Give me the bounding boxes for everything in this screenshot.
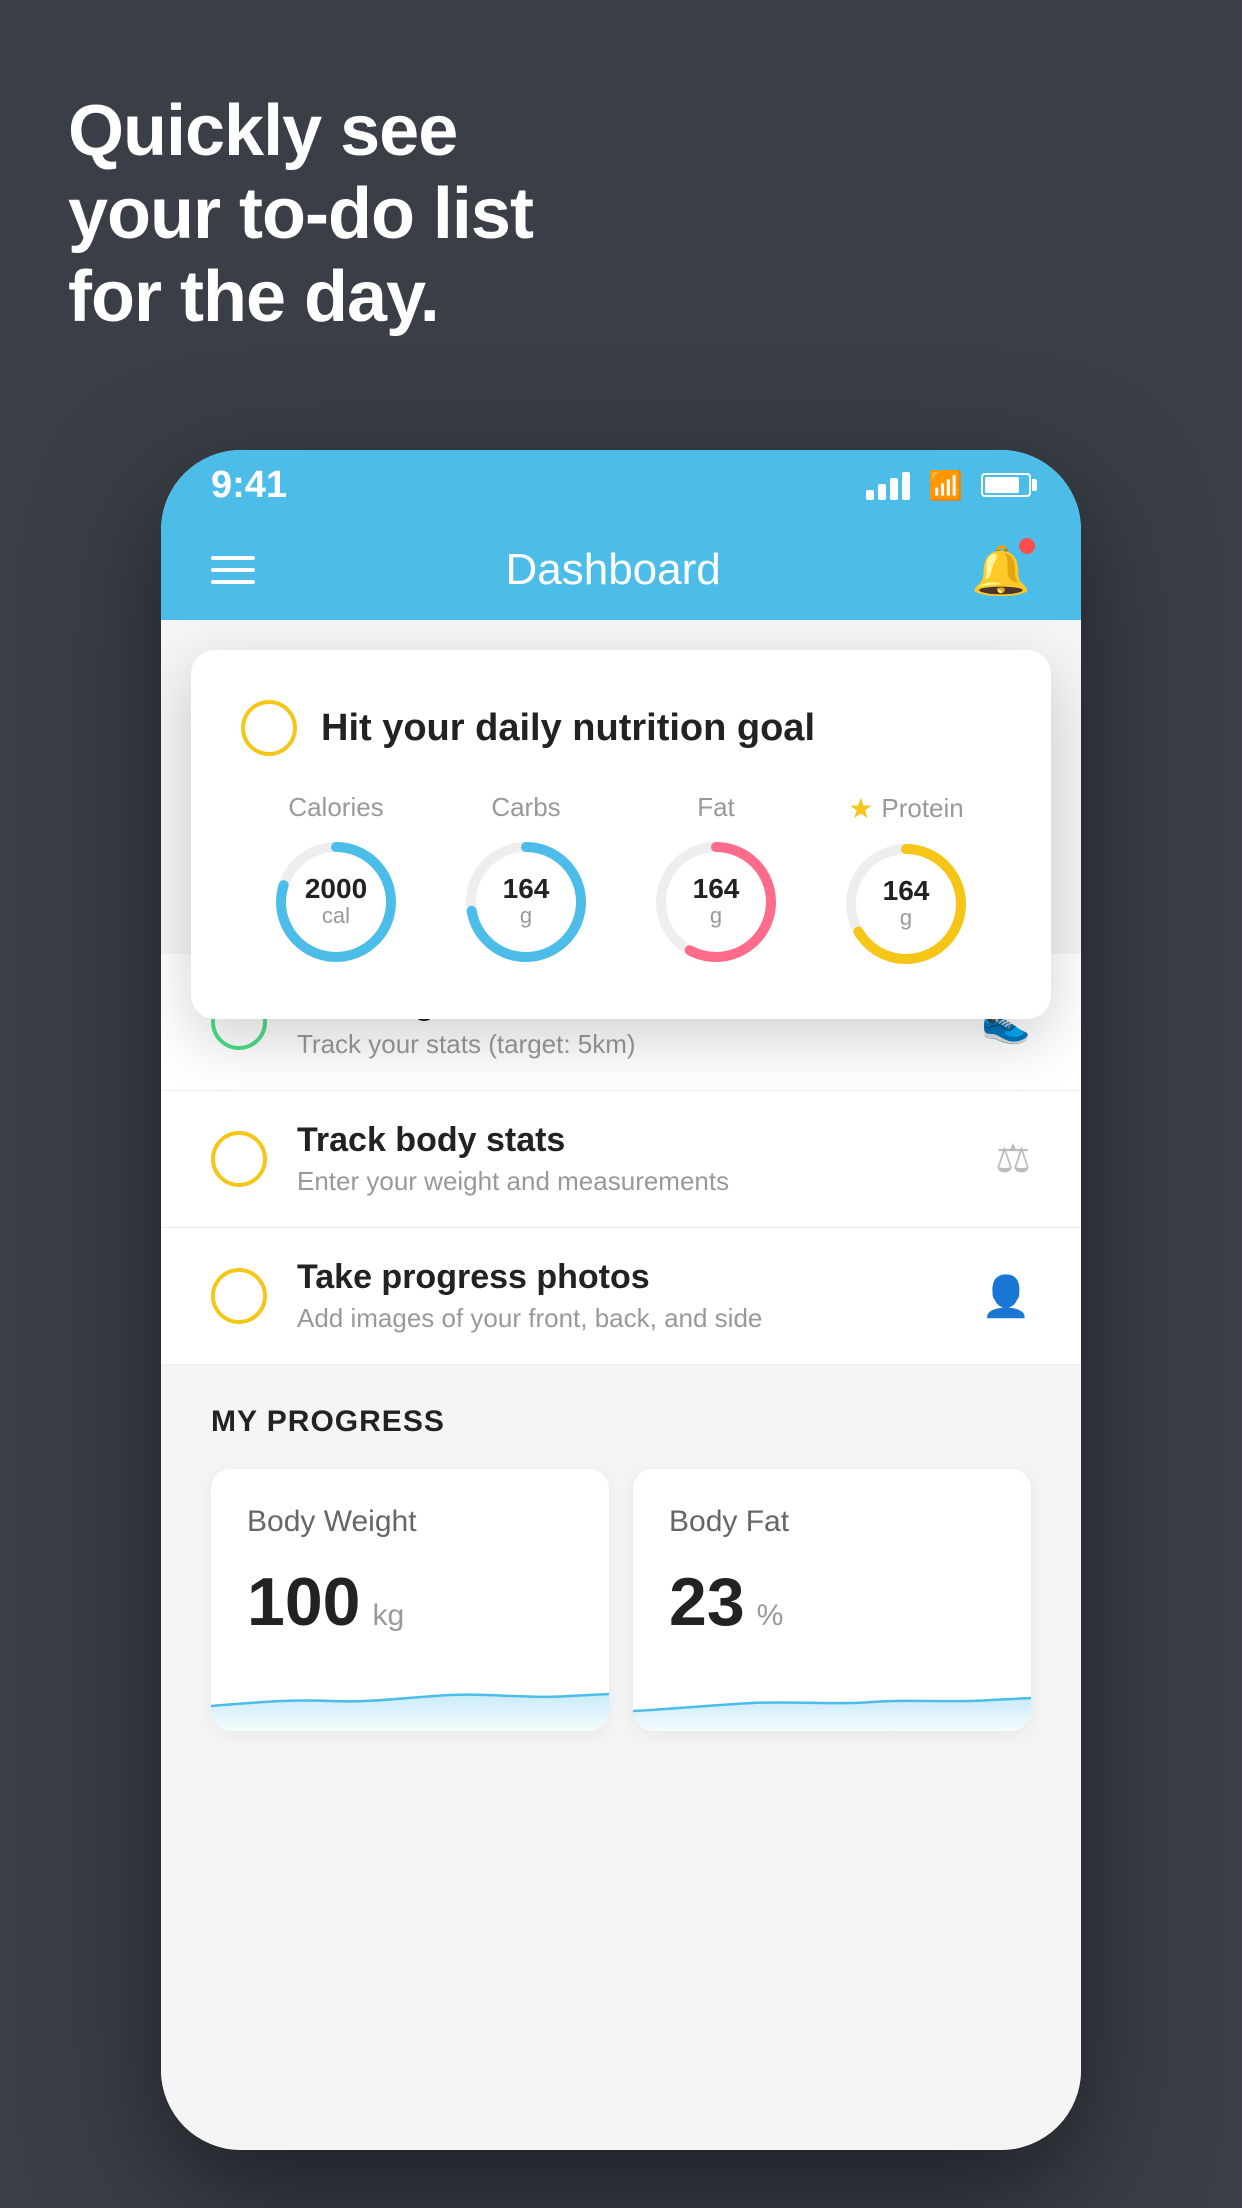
body-stats-subtitle: Enter your weight and measurements: [297, 1166, 965, 1197]
app-header: Dashboard 🔔: [161, 520, 1081, 620]
protein-value: 164: [883, 877, 930, 905]
body-weight-chart-svg: [211, 1661, 609, 1731]
status-time: 9:41: [211, 464, 287, 507]
calories-unit: cal: [322, 903, 350, 928]
wifi-icon: 📶: [928, 469, 963, 502]
progress-cards: Body Weight 100 kg: [211, 1469, 1031, 1731]
signal-bars-icon: [866, 470, 910, 500]
nutrition-card: Hit your daily nutrition goal Calories: [191, 650, 1051, 1019]
fat-donut-text: 164 g: [693, 875, 740, 929]
macro-protein: ★ Protein 164 g: [841, 792, 971, 969]
notification-dot: [1019, 538, 1035, 554]
notification-bell-button[interactable]: 🔔: [971, 542, 1031, 599]
protein-donut-text: 164 g: [883, 877, 930, 931]
body-weight-unit: kg: [372, 1599, 404, 1633]
status-icons: 📶: [866, 469, 1031, 502]
protein-donut: 164 g: [841, 839, 971, 969]
body-fat-card: Body Fat 23 %: [633, 1469, 1031, 1731]
calories-donut: 2000 cal: [271, 837, 401, 967]
carbs-donut: 164 g: [461, 837, 591, 967]
macro-calories: Calories 2000 cal: [271, 792, 401, 967]
macro-fat: Fat 164 g: [651, 792, 781, 967]
phone-frame: 9:41 📶: [161, 450, 1081, 2150]
body-fat-card-title: Body Fat: [669, 1505, 995, 1539]
carbs-donut-text: 164 g: [503, 875, 550, 929]
status-bar: 9:41 📶: [161, 450, 1081, 520]
protein-unit: g: [900, 905, 912, 930]
fat-value: 164: [693, 875, 740, 903]
progress-section-title: MY PROGRESS: [211, 1405, 1031, 1439]
hero-line3: for the day.: [68, 256, 533, 339]
body-stats-title: Track body stats: [297, 1121, 965, 1160]
body-fat-value: 23: [669, 1563, 745, 1641]
body-weight-card: Body Weight 100 kg: [211, 1469, 609, 1731]
nutrition-title: Hit your daily nutrition goal: [321, 707, 815, 750]
calories-donut-text: 2000 cal: [305, 875, 367, 929]
todo-item-photos[interactable]: Take progress photos Add images of your …: [161, 1228, 1081, 1365]
nutrition-card-header: Hit your daily nutrition goal: [241, 700, 1001, 756]
fat-donut: 164 g: [651, 837, 781, 967]
carbs-label: Carbs: [491, 792, 560, 823]
body-fat-value-row: 23 %: [669, 1563, 995, 1641]
hero-line1: Quickly see: [68, 90, 533, 173]
calories-value: 2000: [305, 875, 367, 903]
page-background: Quickly see your to-do list for the day.…: [0, 0, 1242, 2208]
carbs-value: 164: [503, 875, 550, 903]
body-weight-value-row: 100 kg: [247, 1563, 573, 1641]
fat-unit: g: [710, 903, 722, 928]
hamburger-menu-icon[interactable]: [211, 556, 255, 584]
photos-checkbox[interactable]: [211, 1268, 267, 1324]
photo-icon: 👤: [981, 1273, 1031, 1320]
body-fat-chart-svg: [633, 1661, 1031, 1731]
body-weight-card-title: Body Weight: [247, 1505, 573, 1539]
body-weight-chart: [211, 1661, 609, 1731]
photos-subtitle: Add images of your front, back, and side: [297, 1303, 951, 1334]
progress-section: MY PROGRESS Body Weight 100 kg: [161, 1365, 1081, 1751]
nutrition-checkbox[interactable]: [241, 700, 297, 756]
running-subtitle: Track your stats (target: 5km): [297, 1029, 951, 1060]
hero-line2: your to-do list: [68, 173, 533, 256]
body-fat-chart: [633, 1661, 1031, 1731]
macros-row: Calories 2000 cal: [241, 792, 1001, 969]
body-weight-value: 100: [247, 1563, 360, 1641]
fat-label: Fat: [697, 792, 735, 823]
body-stats-content: Track body stats Enter your weight and m…: [297, 1121, 965, 1197]
photos-title: Take progress photos: [297, 1258, 951, 1297]
protein-label-row: ★ Protein: [848, 792, 964, 825]
star-icon: ★: [848, 792, 873, 825]
calories-label: Calories: [288, 792, 383, 823]
app-body: THINGS TO DO TODAY Hit your daily nutrit…: [161, 620, 1081, 2150]
header-title: Dashboard: [505, 545, 720, 595]
battery-icon: [981, 473, 1031, 497]
phone-container: 9:41 📶: [161, 450, 1081, 2150]
carbs-unit: g: [520, 903, 532, 928]
hero-text: Quickly see your to-do list for the day.: [68, 90, 533, 338]
todo-item-body-stats[interactable]: Track body stats Enter your weight and m…: [161, 1091, 1081, 1228]
photos-content: Take progress photos Add images of your …: [297, 1258, 951, 1334]
scale-icon: ⚖: [995, 1136, 1031, 1182]
body-stats-checkbox[interactable]: [211, 1131, 267, 1187]
body-fat-unit: %: [757, 1599, 784, 1633]
protein-label: Protein: [881, 793, 963, 824]
macro-carbs: Carbs 164 g: [461, 792, 591, 967]
